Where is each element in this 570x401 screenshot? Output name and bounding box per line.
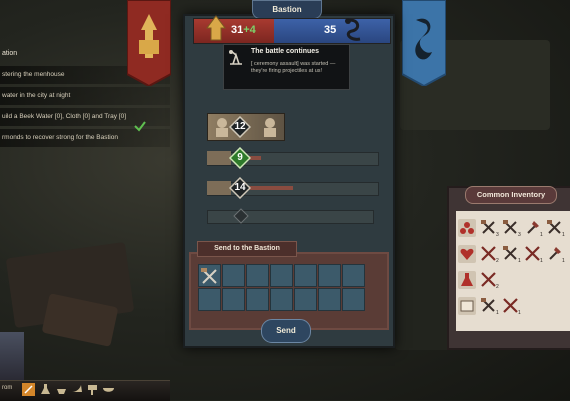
guard-icon (264, 118, 276, 137)
send-button[interactable]: Send (261, 319, 311, 343)
send-slot[interactable] (270, 264, 293, 287)
item-quantity: 2 (496, 284, 499, 290)
mortar-icon[interactable] (55, 383, 68, 396)
item-quantity: 1 (540, 232, 543, 238)
quill-icon[interactable] (22, 383, 35, 396)
checkmark-icon (134, 121, 146, 132)
inventory-title: Common Inventory (465, 186, 557, 204)
send-slot[interactable] (294, 288, 317, 311)
scroll-icon (458, 297, 476, 315)
inventory-row: 11 (458, 295, 568, 317)
send-panel-title: Send to the Bastion (197, 241, 297, 257)
item-quantity: 2 (496, 258, 499, 264)
background-rubble (395, 250, 455, 350)
defenders-count-badge: 12 (228, 115, 252, 139)
bowl-icon[interactable] (102, 383, 115, 396)
send-slot[interactable] (270, 288, 293, 311)
blue-faction-banner (402, 0, 446, 86)
tooltip-title: The battle continues (251, 48, 320, 55)
morale-count-badge: 9 (228, 146, 252, 170)
hero-name: rom (2, 385, 13, 391)
item-quantity: 1 (562, 258, 565, 264)
item-quantity: 1 (518, 310, 521, 316)
quest-objective[interactable]: water in the city at night (0, 87, 170, 105)
crossed-blades-icon[interactable] (480, 271, 497, 288)
empty-stat-diamond-icon (233, 208, 249, 224)
item-quantity: 1 (496, 310, 499, 316)
panel-title-tab: Bastion (252, 0, 322, 19)
crossbow-icon[interactable] (199, 266, 220, 287)
inventory-row: 3 3 1 1 (458, 217, 568, 239)
inventory-row: 2 1 1 1 (458, 243, 568, 265)
morale-count: 9 (237, 152, 243, 163)
crossbow-icon[interactable] (480, 297, 497, 314)
blood-drops-icon (458, 219, 476, 237)
send-slot[interactable] (246, 288, 269, 311)
send-slot[interactable] (246, 264, 269, 287)
send-slot[interactable] (222, 288, 245, 311)
tooltip-description: [ ceremony assault] was started — they'r… (251, 61, 336, 74)
crossed-blades-icon[interactable] (502, 297, 519, 314)
red-score-value: 31 (231, 24, 244, 36)
red-score-bonus: +4 (243, 24, 256, 36)
crossed-blades-icon[interactable] (480, 245, 497, 262)
supplies-count: 14 (234, 182, 246, 193)
axe-icon[interactable] (546, 245, 563, 262)
red-faction-emblem-icon (206, 15, 226, 41)
item-quantity: 1 (518, 258, 521, 264)
item-quantity: 1 (540, 258, 543, 264)
hammer-icon[interactable] (86, 383, 99, 396)
supplies-icon (207, 181, 231, 195)
red-faction-banner (127, 0, 171, 86)
morale-icon (207, 151, 231, 165)
send-slot[interactable] (342, 264, 365, 287)
catapult-icon (229, 50, 242, 65)
send-slot[interactable] (342, 288, 365, 311)
item-quantity: 3 (496, 232, 499, 238)
send-slot[interactable] (198, 288, 221, 311)
flask-icon[interactable] (39, 383, 52, 396)
send-slot[interactable] (318, 288, 341, 311)
axe-icon[interactable] (524, 219, 541, 236)
blue-score-value: 35 (324, 24, 337, 36)
defenders-count: 12 (234, 121, 246, 132)
heart-potion-icon (458, 245, 476, 263)
inventory-row: 2 (458, 269, 568, 291)
hero-portrait[interactable] (0, 332, 24, 380)
red-score: 31+4 (231, 24, 256, 36)
crossbow-icon[interactable] (502, 219, 519, 236)
send-slot[interactable] (294, 264, 317, 287)
horn-icon[interactable] (70, 383, 83, 396)
send-slot[interactable] (318, 264, 341, 287)
crossbow-icon[interactable] (502, 245, 519, 262)
dragon-emblem-icon (345, 18, 361, 41)
item-quantity: 1 (562, 232, 565, 238)
item-quantity: 3 (518, 232, 521, 238)
crossbow-icon[interactable] (546, 219, 563, 236)
supplies-count-badge: 14 (228, 176, 252, 200)
flask-icon (458, 271, 476, 289)
supplies-bar-fill (248, 186, 293, 190)
crossbow-icon[interactable] (480, 219, 497, 236)
battle-tooltip: The battle continues [ ceremony assault]… (223, 44, 350, 90)
crossed-blades-icon[interactable] (524, 245, 541, 262)
send-slot[interactable] (222, 264, 245, 287)
